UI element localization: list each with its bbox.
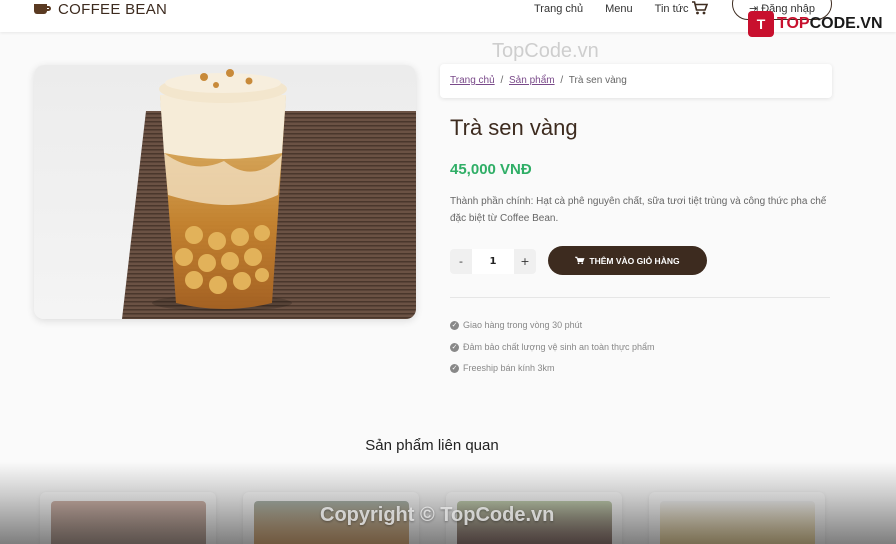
breadcrumb-current: Trà sen vàng	[568, 75, 627, 86]
check-circle-icon: ✓	[450, 363, 459, 373]
feature-text: Đảm bảo chất lượng vệ sinh an toàn thực …	[463, 342, 655, 352]
check-circle-icon: ✓	[450, 342, 459, 352]
feature-text: Freeship bán kính 3km	[463, 363, 555, 373]
watermark-accent: TOP	[777, 15, 810, 32]
feature-item: ✓ Đảm bảo chất lượng vệ sinh an toàn thự…	[450, 342, 655, 352]
product-price: 45,000 VNĐ	[450, 161, 532, 178]
nav-news[interactable]: Tin tức	[655, 3, 689, 15]
quantity-stepper: - 1 +	[450, 249, 536, 274]
breadcrumb-separator: /	[500, 75, 504, 86]
feature-item: ✓ Giao hàng trong vòng 30 phút	[450, 320, 582, 330]
product-description: Thành phần chính: Hạt cà phê nguyên chất…	[450, 196, 827, 224]
breadcrumb-home[interactable]: Trang chủ	[450, 75, 495, 86]
breadcrumb-products[interactable]: Sản phẩm	[509, 75, 555, 86]
brand-logo[interactable]: COFFEE BEAN	[34, 0, 167, 18]
nav-home[interactable]: Trang chủ	[534, 3, 583, 15]
quantity-decrement-button[interactable]: -	[450, 255, 472, 268]
related-products-heading: Sản phẩm liên quan	[365, 437, 499, 454]
related-product-card[interactable]	[649, 492, 825, 544]
check-circle-icon: ✓	[450, 320, 459, 330]
coffee-cup-icon	[34, 2, 52, 16]
related-product-image	[51, 501, 206, 544]
watermark-text-top: TopCode.vn	[492, 40, 599, 62]
quantity-input[interactable]: 1	[472, 249, 514, 274]
topcode-watermark-logo: T TOPCODE.VN	[748, 10, 883, 38]
drink-photo	[122, 69, 416, 319]
add-to-cart-label: THÊM VÀO GIỎ HÀNG	[589, 255, 680, 266]
related-product-card[interactable]	[40, 492, 216, 544]
feature-item: ✓ Freeship bán kính 3km	[450, 363, 555, 373]
main-nav: Trang chủ Menu Tin tức	[534, 0, 711, 18]
cart-icon[interactable]	[691, 1, 709, 15]
nav-menu[interactable]: Menu	[605, 3, 633, 15]
cart-icon	[575, 256, 585, 265]
watermark-text-bottom: Copyright © TopCode.vn	[320, 504, 555, 526]
breadcrumb: Trang chủ / Sản phẩm / Trà sen vàng	[440, 64, 832, 98]
brand-name: COFFEE BEAN	[58, 0, 168, 18]
breadcrumb-separator: /	[560, 75, 564, 86]
topcode-logo-icon: T	[748, 11, 774, 37]
product-title: Trà sen vàng	[450, 115, 578, 140]
feature-text: Giao hàng trong vòng 30 phút	[463, 320, 583, 330]
watermark-rest: CODE.VN	[809, 15, 883, 32]
related-product-image	[660, 501, 815, 544]
quantity-increment-button[interactable]: +	[514, 255, 536, 268]
divider	[450, 297, 830, 298]
add-to-cart-button[interactable]: THÊM VÀO GIỎ HÀNG	[548, 246, 707, 275]
product-image	[34, 65, 416, 319]
